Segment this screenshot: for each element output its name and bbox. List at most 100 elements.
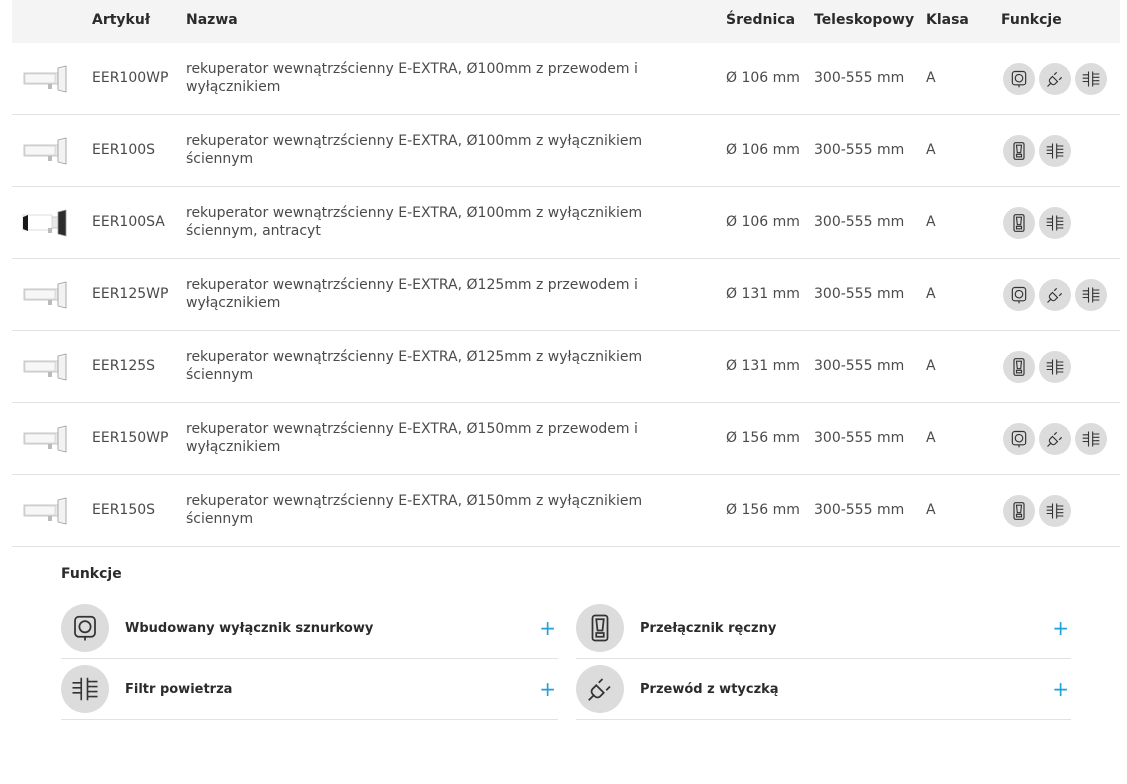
table-row: EER100WP rekuperator wewnątrzścienny E-EX… <box>12 43 1120 115</box>
table-row: EER100S rekuperator wewnątrzścienny E-EXT… <box>12 115 1120 187</box>
col-header-srednica: Średnica <box>726 12 796 28</box>
product-sku: EER150S <box>92 502 156 518</box>
product-name: rekuperator wewnątrzścienny E-EXTRA, Ø12… <box>186 277 638 311</box>
product-telescopic: 300-555 mm <box>814 214 905 230</box>
table-row: EER150WP rekuperator wewnątrzścienny E-EX… <box>12 403 1120 475</box>
legend-item-cord-switch[interactable]: Wbudowany wyłącznik sznurkowy + <box>61 598 558 659</box>
table-row: EER150S rekuperator wewnątrzścienny E-EXT… <box>12 475 1120 547</box>
expand-plus-icon[interactable]: + <box>1052 679 1069 699</box>
product-class: A <box>926 142 936 158</box>
product-class: A <box>926 430 936 446</box>
filter-icon[interactable] <box>1075 423 1107 455</box>
filter-icon[interactable] <box>1039 351 1071 383</box>
product-class: A <box>926 214 936 230</box>
product-diameter: Ø 156 mm <box>726 502 800 518</box>
plug-icon[interactable] <box>1039 63 1071 95</box>
col-header-artykul: Artykuł <box>92 12 151 28</box>
manual-switch-icon[interactable] <box>1003 351 1035 383</box>
cord-switch-icon[interactable] <box>1003 63 1035 95</box>
table-row: EER125S rekuperator wewnątrzścienny E-EXT… <box>12 331 1120 403</box>
product-thumbnail[interactable] <box>22 496 70 526</box>
product-telescopic: 300-555 mm <box>814 358 905 374</box>
legend-title: Funkcje <box>61 566 122 582</box>
product-telescopic: 300-555 mm <box>814 286 905 302</box>
product-telescopic: 300-555 mm <box>814 70 905 86</box>
product-thumbnail[interactable] <box>22 64 70 94</box>
col-header-teleskopowy: Teleskopowy <box>814 12 915 28</box>
product-class: A <box>926 358 936 374</box>
manual-switch-icon[interactable] <box>1003 207 1035 239</box>
product-telescopic: 300-555 mm <box>814 142 905 158</box>
product-table: Artykuł Nazwa Średnica Teleskopowy Klasa… <box>12 0 1120 547</box>
legend-grid: Wbudowany wyłącznik sznurkowy + Przełączni… <box>61 598 1071 720</box>
product-name: rekuperator wewnątrzścienny E-EXTRA, Ø10… <box>186 205 643 239</box>
product-sku: EER125S <box>92 358 156 374</box>
expand-plus-icon[interactable]: + <box>539 618 556 638</box>
filter-icon[interactable] <box>1039 495 1071 527</box>
product-functions <box>1003 207 1071 239</box>
col-header-nazwa: Nazwa <box>186 12 238 28</box>
filter-icon[interactable] <box>1039 207 1071 239</box>
col-header-klasa: Klasa <box>926 12 969 28</box>
product-sku: EER100S <box>92 142 156 158</box>
product-sku: EER125WP <box>92 286 169 302</box>
table-body: EER100WP rekuperator wewnątrzścienny E-EX… <box>12 43 1120 547</box>
product-functions <box>1003 63 1107 95</box>
product-thumbnail[interactable] <box>22 352 70 382</box>
legend-item-label: Przewód z wtyczką <box>640 681 779 697</box>
plug-icon[interactable] <box>1039 423 1071 455</box>
legend-item-label: Filtr powietrza <box>125 681 233 697</box>
product-name: rekuperator wewnątrzścienny E-EXTRA, Ø15… <box>186 421 638 455</box>
filter-icon[interactable] <box>1075 279 1107 311</box>
cord-switch-icon <box>61 604 109 652</box>
product-sku: EER150WP <box>92 430 169 446</box>
product-thumbnail[interactable] <box>21 208 70 238</box>
product-class: A <box>926 502 936 518</box>
legend-item-filter[interactable]: Filtr powietrza + <box>61 659 558 720</box>
cord-switch-icon[interactable] <box>1003 279 1035 311</box>
functions-legend: Funkcje Wbudowany wyłącznik sznurkowy + Pr… <box>61 566 1071 720</box>
legend-item-manual-switch[interactable]: Przełącznik ręczny + <box>576 598 1071 659</box>
table-row: EER125WP rekuperator wewnątrzścienny E-EX… <box>12 259 1120 331</box>
table-row: EER100SA rekuperator wewnątrzścienny E-EX… <box>12 187 1120 259</box>
product-diameter: Ø 131 mm <box>726 286 800 302</box>
cord-switch-icon[interactable] <box>1003 423 1035 455</box>
plug-icon[interactable] <box>1039 279 1071 311</box>
table-header: Artykuł Nazwa Średnica Teleskopowy Klasa… <box>12 0 1120 43</box>
product-diameter: Ø 131 mm <box>726 358 800 374</box>
product-diameter: Ø 106 mm <box>726 214 800 230</box>
product-thumbnail[interactable] <box>22 280 70 310</box>
manual-switch-icon[interactable] <box>1003 495 1035 527</box>
legend-item-plug[interactable]: Przewód z wtyczką + <box>576 659 1071 720</box>
product-class: A <box>926 286 936 302</box>
legend-item-label: Wbudowany wyłącznik sznurkowy <box>125 620 374 636</box>
product-functions <box>1003 423 1107 455</box>
product-functions <box>1003 495 1071 527</box>
product-name: rekuperator wewnątrzścienny E-EXTRA, Ø10… <box>186 133 643 167</box>
product-functions <box>1003 279 1107 311</box>
product-diameter: Ø 106 mm <box>726 142 800 158</box>
plug-icon <box>576 665 624 713</box>
product-thumbnail[interactable] <box>22 136 70 166</box>
col-header-funkcje: Funkcje <box>1001 12 1062 28</box>
legend-item-label: Przełącznik ręczny <box>640 620 777 636</box>
product-name: rekuperator wewnątrzścienny E-EXTRA, Ø10… <box>186 61 638 95</box>
manual-switch-icon <box>576 604 624 652</box>
filter-icon[interactable] <box>1039 135 1071 167</box>
expand-plus-icon[interactable]: + <box>1052 618 1069 638</box>
product-class: A <box>926 70 936 86</box>
product-functions <box>1003 351 1071 383</box>
product-diameter: Ø 156 mm <box>726 430 800 446</box>
product-name: rekuperator wewnątrzścienny E-EXTRA, Ø12… <box>186 349 643 383</box>
product-thumbnail[interactable] <box>22 424 70 454</box>
product-sku: EER100SA <box>92 214 165 230</box>
filter-icon[interactable] <box>1075 63 1107 95</box>
expand-plus-icon[interactable]: + <box>539 679 556 699</box>
product-sku: EER100WP <box>92 70 169 86</box>
product-telescopic: 300-555 mm <box>814 430 905 446</box>
product-telescopic: 300-555 mm <box>814 502 905 518</box>
filter-icon <box>61 665 109 713</box>
product-name: rekuperator wewnątrzścienny E-EXTRA, Ø15… <box>186 493 643 527</box>
product-functions <box>1003 135 1071 167</box>
manual-switch-icon[interactable] <box>1003 135 1035 167</box>
